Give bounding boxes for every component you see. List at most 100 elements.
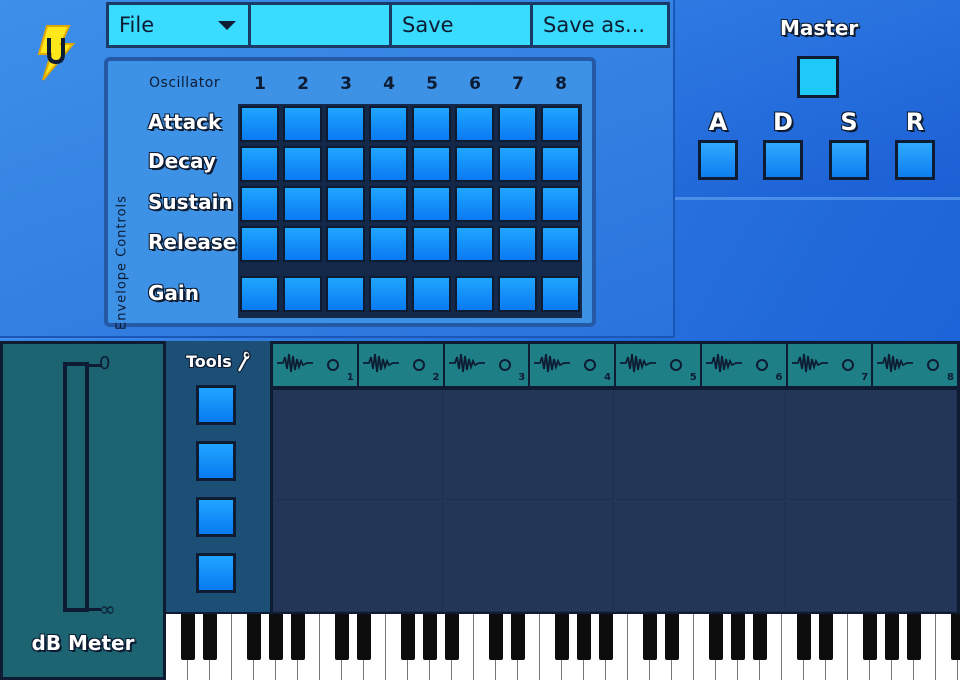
- envelope-knob-release-7[interactable]: [498, 226, 537, 262]
- grid-cell[interactable]: [616, 390, 786, 500]
- grid-cell[interactable]: [444, 502, 614, 612]
- piano-black-key[interactable]: [555, 614, 569, 660]
- track-tab-2[interactable]: 2: [358, 344, 443, 386]
- piano-black-key[interactable]: [247, 614, 261, 660]
- piano-black-key[interactable]: [599, 614, 613, 660]
- file-menu-button[interactable]: File: [109, 5, 248, 45]
- piano-black-key[interactable]: [643, 614, 657, 660]
- envelope-knob-decay-5[interactable]: [412, 146, 451, 182]
- gain-knob-7[interactable]: [498, 276, 537, 312]
- piano-black-key[interactable]: [753, 614, 767, 660]
- gain-knob-3[interactable]: [326, 276, 365, 312]
- track-knob-icon: [498, 359, 511, 371]
- gain-knob-6[interactable]: [455, 276, 494, 312]
- master-sustain-knob[interactable]: [829, 140, 869, 180]
- piano-black-key[interactable]: [423, 614, 437, 660]
- piano-black-key[interactable]: [291, 614, 305, 660]
- tool-button-3[interactable]: [196, 497, 236, 537]
- piano-black-key[interactable]: [819, 614, 833, 660]
- waveform-icon: [534, 353, 597, 373]
- envelope-knob-sustain-4[interactable]: [369, 186, 408, 222]
- grid-cell[interactable]: [616, 502, 786, 612]
- envelope-knob-decay-6[interactable]: [455, 146, 494, 182]
- envelope-knob-sustain-1[interactable]: [240, 186, 279, 222]
- piano-black-key[interactable]: [335, 614, 349, 660]
- piano-black-key[interactable]: [731, 614, 745, 660]
- save-as-button[interactable]: Save as...: [533, 5, 667, 45]
- piano-black-key[interactable]: [951, 614, 960, 660]
- envelope-knob-decay-7[interactable]: [498, 146, 537, 182]
- piano-keyboard[interactable]: [166, 612, 960, 680]
- track-tab-5[interactable]: 5: [616, 344, 700, 386]
- piano-black-key[interactable]: [907, 614, 921, 660]
- envelope-knob-decay-4[interactable]: [369, 146, 408, 182]
- track-tab-6[interactable]: 6: [701, 344, 786, 386]
- gain-knob-4[interactable]: [369, 276, 408, 312]
- grid-cell[interactable]: [273, 390, 443, 500]
- grid-cell[interactable]: [787, 390, 957, 500]
- piano-black-key[interactable]: [885, 614, 899, 660]
- sequencer-grid[interactable]: [273, 390, 957, 612]
- tool-button-4[interactable]: [196, 553, 236, 593]
- piano-black-key[interactable]: [709, 614, 723, 660]
- piano-black-key[interactable]: [665, 614, 679, 660]
- piano-black-key[interactable]: [797, 614, 811, 660]
- grid-cell[interactable]: [444, 390, 614, 500]
- envelope-knob-attack-3[interactable]: [326, 106, 365, 142]
- piano-black-key[interactable]: [203, 614, 217, 660]
- envelope-knob-sustain-7[interactable]: [498, 186, 537, 222]
- gain-knob-2[interactable]: [283, 276, 322, 312]
- envelope-knob-release-4[interactable]: [369, 226, 408, 262]
- envelope-knob-sustain-5[interactable]: [412, 186, 451, 222]
- envelope-knob-release-2[interactable]: [283, 226, 322, 262]
- piano-black-key[interactable]: [489, 614, 503, 660]
- envelope-knob-attack-8[interactable]: [541, 106, 580, 142]
- envelope-knob-sustain-2[interactable]: [283, 186, 322, 222]
- master-attack-knob[interactable]: [698, 140, 738, 180]
- envelope-knob-attack-5[interactable]: [412, 106, 451, 142]
- envelope-knob-attack-2[interactable]: [283, 106, 322, 142]
- gain-knob-5[interactable]: [412, 276, 451, 312]
- envelope-knob-release-5[interactable]: [412, 226, 451, 262]
- grid-cell[interactable]: [787, 502, 957, 612]
- envelope-knob-decay-8[interactable]: [541, 146, 580, 182]
- envelope-knob-release-8[interactable]: [541, 226, 580, 262]
- envelope-knob-attack-6[interactable]: [455, 106, 494, 142]
- tool-button-2[interactable]: [196, 441, 236, 481]
- piano-black-key[interactable]: [511, 614, 525, 660]
- piano-black-key[interactable]: [401, 614, 415, 660]
- piano-black-key[interactable]: [357, 614, 371, 660]
- envelope-knob-attack-7[interactable]: [498, 106, 537, 142]
- track-tab-8[interactable]: 8: [873, 344, 957, 386]
- track-tab-4[interactable]: 4: [530, 344, 614, 386]
- envelope-knob-release-6[interactable]: [455, 226, 494, 262]
- envelope-knob-release-1[interactable]: [240, 226, 279, 262]
- piano-black-key[interactable]: [863, 614, 877, 660]
- envelope-knob-attack-4[interactable]: [369, 106, 408, 142]
- track-tab-7[interactable]: 7: [787, 344, 872, 386]
- master-volume-knob[interactable]: [797, 56, 839, 98]
- grid-cell[interactable]: [273, 502, 443, 612]
- gain-knob-8[interactable]: [541, 276, 580, 312]
- envelope-knob-attack-1[interactable]: [240, 106, 279, 142]
- envelope-knob-decay-3[interactable]: [326, 146, 365, 182]
- track-tab-3[interactable]: 3: [444, 344, 529, 386]
- track-tab-1[interactable]: 1: [273, 344, 357, 386]
- envelope-knob-sustain-6[interactable]: [455, 186, 494, 222]
- envelope-knob-decay-2[interactable]: [283, 146, 322, 182]
- piano-black-key[interactable]: [181, 614, 195, 660]
- tool-button-1[interactable]: [196, 385, 236, 425]
- save-button[interactable]: Save: [392, 5, 530, 45]
- piano-black-key[interactable]: [269, 614, 283, 660]
- gain-knob-1[interactable]: [240, 276, 279, 312]
- envelope-knob-decay-1[interactable]: [240, 146, 279, 182]
- piano-black-key[interactable]: [445, 614, 459, 660]
- piano-black-key[interactable]: [577, 614, 591, 660]
- envelope-knob-release-3[interactable]: [326, 226, 365, 262]
- master-release-knob[interactable]: [895, 140, 935, 180]
- envelope-knob-sustain-8[interactable]: [541, 186, 580, 222]
- master-decay-knob[interactable]: [763, 140, 803, 180]
- filename-field[interactable]: [251, 5, 389, 45]
- envelope-knob-sustain-3[interactable]: [326, 186, 365, 222]
- column-number: 2: [297, 74, 309, 94]
